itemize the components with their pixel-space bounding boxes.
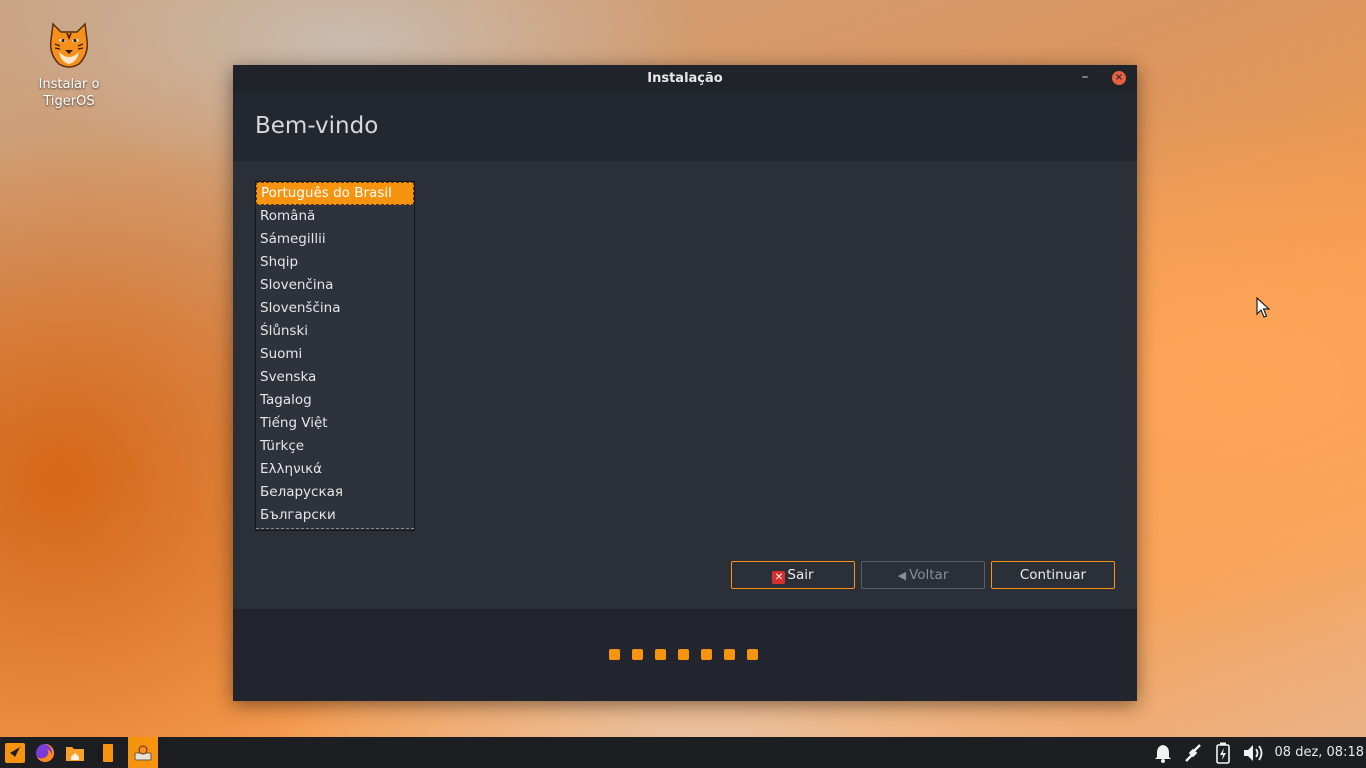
quit-button-label: Sair (787, 567, 814, 583)
taskbar-terminal[interactable] (90, 737, 120, 768)
welcome-content: Português do Brasil Română Sámegillii Shqip… (233, 161, 1137, 609)
language-item[interactable]: Български (256, 504, 414, 527)
taskbar-firefox[interactable] (30, 737, 60, 768)
network-icon (1185, 743, 1201, 762)
page-title: Bem-vindo (255, 113, 379, 139)
tray-network[interactable] (1180, 737, 1206, 768)
language-item[interactable]: Português do Brasil (256, 182, 414, 205)
step-dot (724, 649, 735, 660)
app-menu-button[interactable] (0, 737, 30, 768)
bell-icon (1155, 744, 1171, 763)
tray-volume[interactable] (1240, 737, 1268, 768)
window-title: Instalação (647, 70, 723, 86)
installer-icon (134, 745, 152, 760)
language-item[interactable]: Tagalog (256, 389, 414, 412)
continue-button-label: Continuar (1019, 567, 1087, 583)
desktop-icon-label: Instalar o TigerOS (38, 77, 100, 109)
language-list[interactable]: Português do Brasil Română Sámegillii Shqip… (255, 181, 415, 531)
close-button[interactable]: × (1112, 71, 1126, 85)
installer-window: Instalação – × Bem-vindo Português do Br… (233, 65, 1137, 701)
language-item[interactable]: Ślůnski (256, 320, 414, 343)
language-item[interactable]: Suomi (256, 343, 414, 366)
list-scroll-edge (256, 528, 414, 529)
back-arrow-icon: ◀ (897, 569, 907, 582)
language-item[interactable]: Shqip (256, 251, 414, 274)
page-header: Bem-vindo (233, 91, 1137, 161)
mouse-cursor-icon (1256, 296, 1271, 323)
step-dot (678, 649, 689, 660)
volume-icon (1244, 744, 1263, 761)
step-dot (655, 649, 666, 660)
language-item[interactable]: Română (256, 205, 414, 228)
tray-battery[interactable] (1210, 737, 1236, 768)
step-indicator (609, 649, 758, 660)
taskbar-clock[interactable]: 08 dez, 08:18 (1275, 737, 1364, 768)
taskbar-file-manager[interactable] (60, 737, 90, 768)
quit-icon: ✕ (772, 571, 786, 584)
language-item[interactable]: Türkçe (256, 435, 414, 458)
back-button[interactable]: ◀ Voltar (861, 561, 985, 589)
language-item[interactable]: Tiếng Việt (256, 412, 414, 435)
tray-notifications[interactable] (1150, 737, 1176, 768)
back-button-label: Voltar (909, 567, 949, 583)
taskbar-installer[interactable] (128, 737, 158, 768)
rocket-menu-icon (5, 742, 25, 763)
language-item[interactable]: Svenska (256, 366, 414, 389)
quit-button[interactable]: ✕ Sair (731, 561, 855, 589)
language-item[interactable]: Sámegillii (256, 228, 414, 251)
step-dot (609, 649, 620, 660)
continue-button[interactable]: Continuar (991, 561, 1115, 589)
language-item[interactable]: Беларуская (256, 481, 414, 504)
firefox-icon (36, 743, 55, 762)
home-folder-icon (66, 746, 84, 761)
terminal-icon (97, 743, 113, 762)
step-dot (701, 649, 712, 660)
language-item[interactable]: Slovenčina (256, 274, 414, 297)
step-dot (747, 649, 758, 660)
battery-charging-icon (1216, 742, 1230, 764)
language-item[interactable]: Ελληνικά (256, 458, 414, 481)
minimize-button[interactable]: – (1077, 69, 1093, 85)
language-item[interactable]: Slovenščina (256, 297, 414, 320)
desktop-icon-install-tigeros[interactable]: Instalar o TigerOS (28, 20, 110, 110)
tiger-logo-icon (47, 20, 91, 70)
step-dot (632, 649, 643, 660)
window-titlebar[interactable]: Instalação – × (233, 65, 1137, 91)
progress-footer (233, 609, 1137, 701)
taskbar: 08 dez, 08:18 (0, 737, 1366, 768)
